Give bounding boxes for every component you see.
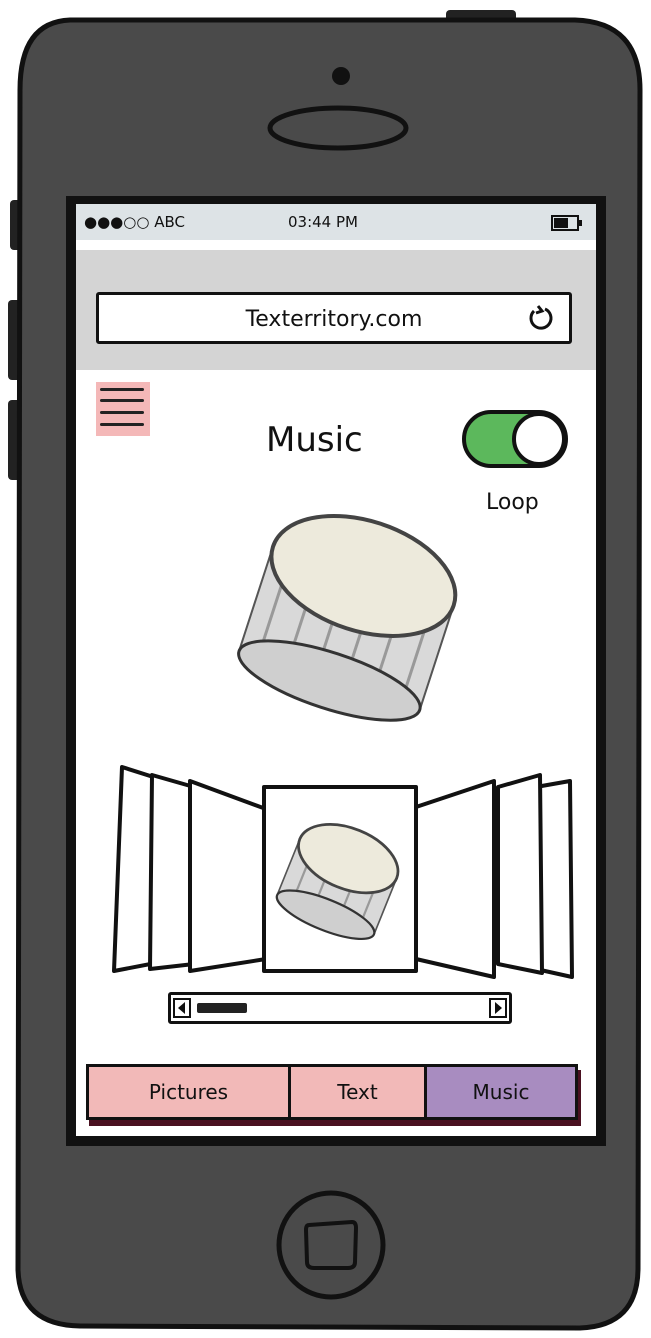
tab-pictures[interactable]: Pictures (89, 1067, 291, 1117)
carousel-scrollbar[interactable] (168, 992, 512, 1024)
tab-music[interactable]: Music (427, 1067, 575, 1117)
carousel-item[interactable] (414, 779, 496, 979)
screen: ●●●○○ ABC 03:44 PM Texterritory.com Musi… (76, 204, 596, 1136)
scroll-right-icon[interactable] (489, 998, 507, 1018)
carousel-item[interactable] (188, 779, 268, 973)
status-bar: ●●●○○ ABC 03:44 PM (76, 204, 596, 240)
url-text: Texterritory.com (245, 307, 423, 332)
loop-toggle[interactable] (462, 410, 568, 468)
camera-icon (332, 67, 350, 85)
scroll-thumb[interactable] (197, 1003, 247, 1013)
loop-label: Loop (486, 490, 539, 515)
time-label: 03:44 PM (288, 213, 358, 231)
drum-image (237, 513, 458, 722)
carrier-label: ●●●○○ ABC (84, 213, 185, 231)
tab-label: Music (472, 1080, 530, 1104)
tab-label: Pictures (148, 1080, 229, 1104)
scroll-left-icon[interactable] (173, 998, 191, 1018)
tab-label: Text (337, 1080, 378, 1104)
tab-bar: Pictures Text Music (86, 1064, 578, 1120)
battery-icon (551, 215, 582, 231)
menu-icon[interactable] (96, 382, 150, 436)
carousel-item[interactable] (148, 773, 196, 971)
page-title: Music (266, 420, 363, 460)
reload-icon[interactable] (525, 303, 555, 333)
url-bar[interactable]: Texterritory.com (96, 292, 572, 344)
tab-text[interactable]: Text (291, 1067, 427, 1117)
carousel-item[interactable] (496, 773, 544, 975)
cover-flow-carousel[interactable] (106, 759, 576, 989)
